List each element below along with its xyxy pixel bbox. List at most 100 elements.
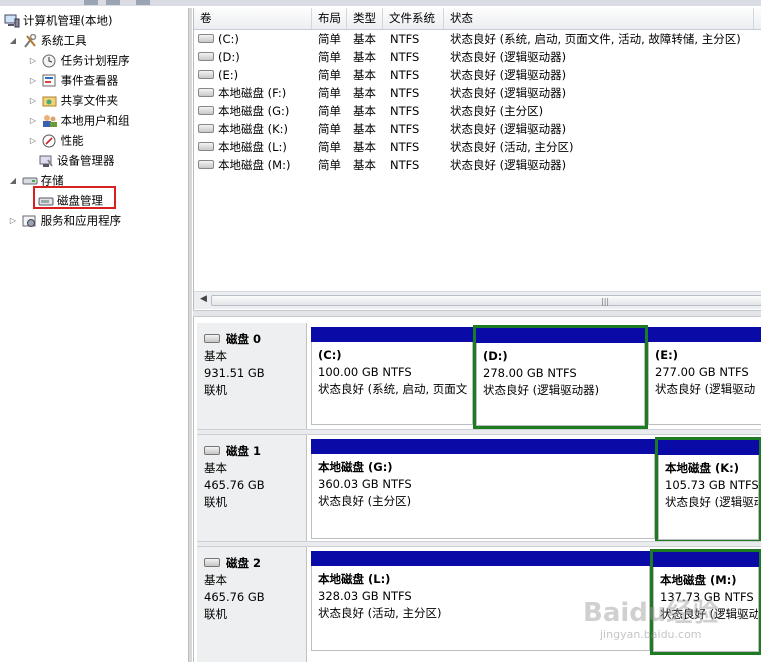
volume-layout: 简单 — [318, 68, 341, 82]
volume-type: 基本 — [353, 50, 376, 64]
expand-arrow-icon[interactable]: ▷ — [28, 112, 38, 130]
volume-filesystem: NTFS — [390, 86, 420, 100]
volume-layout: 简单 — [318, 122, 341, 136]
horizontal-scrollbar[interactable]: ◀ ||| — [194, 291, 761, 309]
partition-e[interactable]: (E:) 277.00 GB NTFS 状态良好 (逻辑驱动 — [648, 327, 761, 425]
table-row[interactable]: 本地磁盘 (M:) 简单 基本 NTFS 状态良好 (逻辑驱动器) — [194, 156, 761, 174]
horizontal-splitter[interactable] — [193, 310, 761, 317]
volume-filesystem: NTFS — [390, 122, 420, 136]
toolbar-button[interactable] — [84, 0, 98, 5]
volume-icon — [198, 160, 214, 169]
partition-status: 状态良好 (逻辑驱动 — [655, 382, 756, 396]
expand-arrow-icon[interactable]: ▷ — [28, 52, 38, 70]
column-header-layout[interactable]: 布局 — [312, 8, 347, 29]
volume-status: 状态良好 (逻辑驱动器) — [450, 50, 567, 64]
device-manager-icon — [38, 154, 54, 168]
partition-name: (E:) — [655, 348, 678, 362]
users-icon — [42, 114, 58, 128]
partition-size: 278.00 GB NTFS — [483, 366, 577, 380]
partition-bar — [311, 439, 655, 454]
scroll-left-icon[interactable]: ◀ — [200, 294, 207, 304]
table-row[interactable]: (E:) 简单 基本 NTFS 状态良好 (逻辑驱动器) — [194, 66, 761, 84]
highlight-box — [33, 186, 116, 209]
partition-d[interactable]: (D:) 278.00 GB NTFS 状态良好 (逻辑驱动器) — [473, 325, 648, 429]
column-header-filesystem[interactable]: 文件系统 — [383, 8, 444, 29]
volume-filesystem: NTFS — [390, 104, 420, 118]
column-header-overflow — [754, 8, 761, 29]
pane-splitter[interactable] — [188, 8, 192, 662]
disk-name: 磁盘 1 — [226, 444, 262, 458]
table-row[interactable]: (C:) 简单 基本 NTFS 状态良好 (系统, 启动, 页面文件, 活动, … — [194, 30, 761, 48]
partition-c[interactable]: (C:) 100.00 GB NTFS 状态良好 (系统, 启动, 页面文 — [311, 327, 473, 425]
toolbar-button[interactable] — [136, 0, 150, 5]
volume-name: (D:) — [218, 50, 240, 64]
volume-type: 基本 — [353, 140, 376, 154]
volume-icon — [198, 88, 214, 97]
partition-size: 105.73 GB NTFS — [665, 478, 759, 492]
volume-type: 基本 — [353, 122, 376, 136]
table-row[interactable]: 本地磁盘 (K:) 简单 基本 NTFS 状态良好 (逻辑驱动器) — [194, 120, 761, 138]
disk-size: 465.76 GB — [204, 478, 265, 492]
table-row[interactable]: 本地磁盘 (G:) 简单 基本 NTFS 状态良好 (主分区) — [194, 102, 761, 120]
tree-item-task-scheduler[interactable]: ▷ 任务计划程序 — [28, 51, 130, 69]
volume-layout: 简单 — [318, 158, 341, 172]
partition-size: 360.03 GB NTFS — [318, 477, 412, 491]
partition-k[interactable]: 本地磁盘 (K:) 105.73 GB NTFS 状态良好 (逻辑驱动 — [655, 437, 761, 543]
volume-type: 基本 — [353, 32, 376, 46]
disk-size: 465.76 GB — [204, 590, 265, 604]
tree-item-local-users[interactable]: ▷ 本地用户和组 — [28, 111, 130, 129]
disk-state: 联机 — [204, 495, 227, 509]
disk-state: 联机 — [204, 383, 227, 397]
column-header-type[interactable]: 类型 — [347, 8, 383, 29]
volume-layout: 简单 — [318, 50, 341, 64]
partition-name: 本地磁盘 (M:) — [660, 573, 737, 587]
volume-filesystem: NTFS — [390, 32, 420, 46]
volume-type: 基本 — [353, 86, 376, 100]
volume-type: 基本 — [353, 158, 376, 172]
disk-icon — [204, 558, 220, 567]
volume-icon — [198, 70, 214, 79]
expand-arrow-icon[interactable]: ▷ — [8, 212, 18, 230]
partition-name: 本地磁盘 (K:) — [665, 461, 740, 475]
table-row[interactable]: 本地磁盘 (F:) 简单 基本 NTFS 状态良好 (逻辑驱动器) — [194, 84, 761, 102]
disk-name: 磁盘 2 — [226, 556, 262, 570]
disk-kind: 基本 — [204, 461, 227, 475]
tree-item-device-manager[interactable]: 设备管理器 — [38, 151, 115, 169]
column-header-status[interactable]: 状态 — [444, 8, 754, 29]
partition-size: 277.00 GB NTFS — [655, 365, 749, 379]
expand-arrow-icon[interactable]: ▷ — [28, 72, 38, 90]
partition-bar — [311, 551, 650, 566]
toolbar-button[interactable] — [106, 0, 120, 5]
column-header-volume[interactable]: 卷 — [194, 8, 312, 29]
expand-arrow-icon[interactable]: ▷ — [28, 92, 38, 110]
volume-name: 本地磁盘 (F:) — [218, 86, 287, 100]
tree-item-performance[interactable]: ▷ 性能 — [28, 131, 84, 149]
navigation-tree: 计算机管理(本地) ◢ 系统工具 ▷ 任务计划程序 ▷ 事件查看器 ▷ 共享文件… — [0, 8, 188, 662]
volume-icon — [198, 52, 214, 61]
disk-name: 磁盘 0 — [226, 332, 262, 346]
collapse-arrow-icon[interactable]: ◢ — [8, 172, 18, 190]
table-row[interactable]: (D:) 简单 基本 NTFS 状态良好 (逻辑驱动器) — [194, 48, 761, 66]
table-row[interactable]: 本地磁盘 (L:) 简单 基本 NTFS 状态良好 (活动, 主分区) — [194, 138, 761, 156]
scrollbar-thumb[interactable]: ||| — [211, 295, 761, 306]
partition-status: 状态良好 (主分区) — [318, 494, 412, 508]
expand-arrow-icon[interactable]: ▷ — [28, 132, 38, 150]
tree-item-system-tools[interactable]: ◢ 系统工具 — [8, 31, 87, 49]
disk-label-2[interactable]: 磁盘 2 基本 465.76 GB 联机 — [197, 547, 307, 662]
tree-item-shared-folders[interactable]: ▷ 共享文件夹 — [28, 91, 118, 109]
disk-label-0[interactable]: 磁盘 0 基本 931.51 GB 联机 — [197, 323, 307, 433]
toolbar-strip — [0, 0, 761, 6]
partition-bar — [658, 440, 759, 455]
tree-item-services-applications[interactable]: ▷ 服务和应用程序 — [8, 211, 121, 229]
volume-layout: 简单 — [318, 104, 341, 118]
computer-management-icon — [4, 14, 20, 28]
volume-layout: 简单 — [318, 32, 341, 46]
disk-label-1[interactable]: 磁盘 1 基本 465.76 GB 联机 — [197, 435, 307, 545]
partition-g[interactable]: 本地磁盘 (G:) 360.03 GB NTFS 状态良好 (主分区) — [311, 439, 655, 539]
services-icon — [22, 214, 38, 228]
tree-item-event-viewer[interactable]: ▷ 事件查看器 — [28, 71, 118, 89]
volume-filesystem: NTFS — [390, 140, 420, 154]
volume-status: 状态良好 (活动, 主分区) — [450, 140, 574, 154]
collapse-arrow-icon[interactable]: ◢ — [8, 32, 18, 50]
tree-root-computer-management[interactable]: 计算机管理(本地) — [4, 11, 112, 29]
